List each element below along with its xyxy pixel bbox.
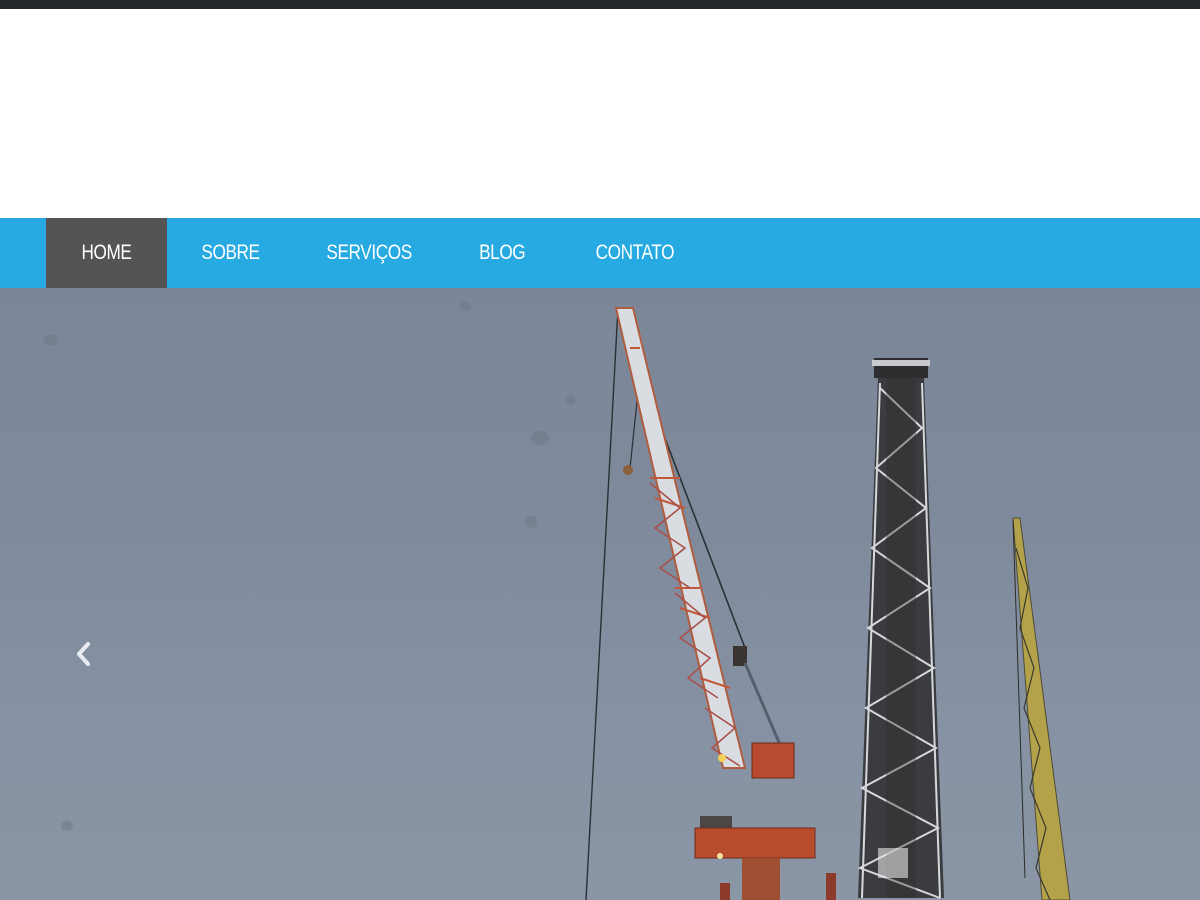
main-navigation: HOME SOBRE SERVIÇOS BLOG CONTATO <box>0 218 1200 288</box>
nav-item-label: HOME <box>81 241 132 264</box>
slider-prev-button[interactable] <box>72 638 106 678</box>
nav-item-label: BLOG <box>478 241 526 264</box>
derrick-tower <box>857 358 944 899</box>
nav-item-contato[interactable]: CONTATO <box>561 218 709 288</box>
nav-item-label: CONTATO <box>595 241 675 264</box>
site-header <box>0 9 1200 218</box>
nav-item-sobre[interactable]: SOBRE <box>167 218 295 288</box>
nav-item-blog[interactable]: BLOG <box>443 218 561 288</box>
crane-left <box>585 307 816 900</box>
slide-image-offshore-rig <box>44 301 1071 900</box>
nav-item-home[interactable]: HOME <box>46 218 167 288</box>
nav-item-servicos[interactable]: SERVIÇOS <box>295 218 443 288</box>
hero-slider <box>0 288 1200 900</box>
nav-item-label: SERVIÇOS <box>326 241 412 264</box>
nav-menu: HOME SOBRE SERVIÇOS BLOG CONTATO <box>46 218 709 288</box>
chevron-left-icon <box>77 642 90 666</box>
nav-item-label: SOBRE <box>201 241 261 264</box>
top-bar <box>0 0 1200 9</box>
crane-right <box>1012 517 1071 900</box>
